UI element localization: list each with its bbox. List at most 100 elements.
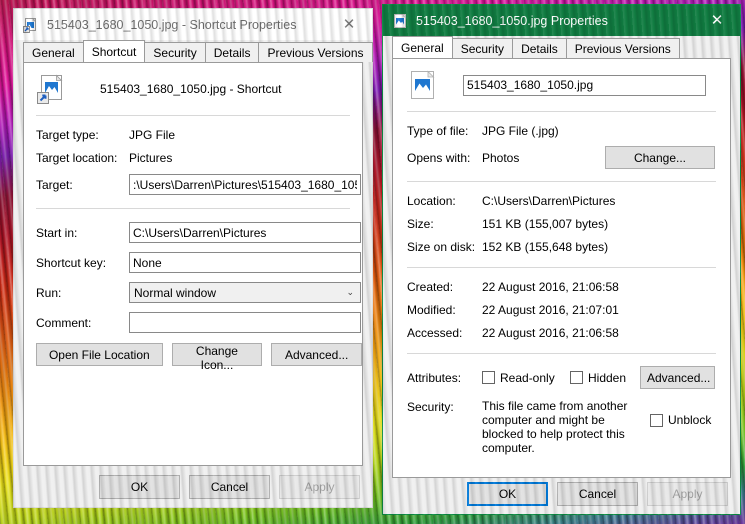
shortcut-dialog-titlebar[interactable]: 515403_1680_1050.jpg - Shortcut Properti… bbox=[14, 9, 372, 40]
properties-tab-panel: Type of file: JPG File (.jpg) Opens with… bbox=[392, 58, 731, 478]
shortcut-apply-button: Apply bbox=[279, 475, 360, 499]
image-file-icon bbox=[392, 13, 408, 29]
shortcut-cancel-button[interactable]: Cancel bbox=[189, 475, 270, 499]
target-input[interactable] bbox=[129, 174, 361, 195]
modified-row: Modified: 22 August 2016, 21:07:01 bbox=[393, 294, 730, 317]
run-selected-value: Normal window bbox=[134, 285, 217, 300]
type-of-file-label: Type of file: bbox=[407, 124, 469, 138]
target-type-value: JPG File bbox=[129, 128, 176, 142]
properties-cancel-button[interactable]: Cancel bbox=[557, 482, 638, 506]
tab-general[interactable]: General bbox=[392, 36, 453, 58]
chevron-down-icon: ⌄ bbox=[346, 287, 354, 298]
tab-previous-versions[interactable]: Previous Versions bbox=[565, 38, 680, 58]
start-in-input[interactable] bbox=[129, 222, 361, 243]
shortcut-dialog-footer: OK Cancel Apply bbox=[14, 467, 372, 507]
checkbox-icon bbox=[570, 371, 583, 384]
target-location-value: Pictures bbox=[129, 151, 173, 165]
target-label: Target: bbox=[36, 177, 73, 192]
unblock-checkbox[interactable]: Unblock bbox=[650, 399, 711, 427]
opens-with-row: Opens with: Photos Change... bbox=[393, 138, 730, 169]
security-row: Security: This file came from another co… bbox=[393, 389, 730, 455]
checkbox-icon bbox=[650, 413, 663, 427]
shortcut-key-input[interactable] bbox=[129, 252, 361, 273]
location-label: Location: bbox=[407, 194, 456, 208]
size-label: Size: bbox=[407, 217, 434, 231]
tab-security[interactable]: Security bbox=[144, 42, 206, 62]
location-value: C:\Users\Darren\Pictures bbox=[482, 194, 616, 208]
comment-label: Comment: bbox=[36, 315, 92, 330]
shortcut-tab-panel: 515403_1680_1050.jpg - Shortcut Target t… bbox=[23, 62, 363, 466]
created-value: 22 August 2016, 21:06:58 bbox=[482, 280, 619, 294]
change-button[interactable]: Change... bbox=[605, 146, 715, 169]
run-label: Run: bbox=[36, 285, 62, 300]
type-of-file-row: Type of file: JPG File (.jpg) bbox=[393, 112, 730, 138]
tab-shortcut[interactable]: Shortcut bbox=[82, 40, 146, 62]
target-type-row: Target type: JPG File bbox=[24, 116, 362, 142]
hidden-label: Hidden bbox=[588, 370, 627, 385]
properties-apply-button: Apply bbox=[647, 482, 728, 506]
properties-ok-button[interactable]: OK bbox=[467, 482, 548, 506]
attributes-label: Attributes: bbox=[407, 370, 462, 385]
size-on-disk-label: Size on disk: bbox=[407, 240, 476, 254]
security-text: This file came from another computer and… bbox=[482, 399, 628, 455]
unblock-label: Unblock bbox=[668, 413, 712, 427]
comment-input[interactable] bbox=[129, 312, 361, 333]
file-properties-dialog: 515403_1680_1050.jpg Properties ✕ Genera… bbox=[382, 4, 741, 515]
opens-with-value: Photos bbox=[482, 150, 520, 165]
size-on-disk-value: 152 KB (155,648 bytes) bbox=[482, 240, 609, 254]
properties-dialog-titlebar[interactable]: 515403_1680_1050.jpg Properties ✕ bbox=[383, 5, 740, 36]
modified-label: Modified: bbox=[407, 303, 456, 317]
shortcut-action-buttons: Open File Location Change Icon... Advanc… bbox=[24, 333, 362, 372]
accessed-value: 22 August 2016, 21:06:58 bbox=[482, 326, 619, 340]
shortcut-key-row: Shortcut key: bbox=[24, 243, 362, 273]
accessed-label: Accessed: bbox=[407, 326, 463, 340]
accessed-row: Accessed: 22 August 2016, 21:06:58 bbox=[393, 317, 730, 340]
type-of-file-value: JPG File (.jpg) bbox=[482, 124, 559, 138]
read-only-label: Read-only bbox=[500, 370, 555, 385]
properties-dialog-title: 515403_1680_1050.jpg Properties bbox=[416, 13, 608, 28]
shortcut-dialog-title: 515403_1680_1050.jpg - Shortcut Properti… bbox=[47, 17, 297, 32]
created-row: Created: 22 August 2016, 21:06:58 bbox=[393, 268, 730, 294]
shortcut-file-icon bbox=[36, 73, 68, 105]
size-value: 151 KB (155,007 bytes) bbox=[482, 217, 609, 231]
close-icon[interactable]: ✕ bbox=[326, 9, 372, 40]
hidden-checkbox[interactable]: Hidden bbox=[570, 371, 640, 385]
read-only-checkbox[interactable]: Read-only bbox=[482, 371, 570, 385]
advanced-button[interactable]: Advanced... bbox=[271, 343, 362, 366]
start-in-row: Start in: bbox=[24, 209, 362, 243]
shortcut-header-row: 515403_1680_1050.jpg - Shortcut bbox=[24, 63, 362, 113]
opens-with-label: Opens with: bbox=[407, 150, 471, 165]
checkbox-icon bbox=[482, 371, 495, 384]
shortcut-ok-button[interactable]: OK bbox=[99, 475, 180, 499]
attributes-advanced-button[interactable]: Advanced... bbox=[640, 366, 715, 389]
tab-previous-versions[interactable]: Previous Versions bbox=[258, 42, 373, 62]
attributes-row: Attributes: Read-only Hidden Advanced... bbox=[393, 354, 730, 389]
shortcut-name-label: 515403_1680_1050.jpg - Shortcut bbox=[100, 82, 282, 96]
close-icon[interactable]: ✕ bbox=[694, 5, 740, 36]
filename-input[interactable] bbox=[463, 74, 706, 96]
tab-security[interactable]: Security bbox=[451, 38, 514, 58]
shortcut-image-file-icon bbox=[23, 17, 39, 33]
file-icon bbox=[407, 69, 439, 101]
desktop-wallpaper: 515403_1680_1050.jpg - Shortcut Properti… bbox=[0, 0, 745, 524]
security-label: Security: bbox=[407, 400, 454, 414]
change-icon-button[interactable]: Change Icon... bbox=[171, 343, 263, 372]
size-on-disk-row: Size on disk: 152 KB (155,648 bytes) bbox=[393, 231, 730, 254]
target-location-row: Target location: Pictures bbox=[24, 142, 362, 165]
target-type-label: Target type: bbox=[36, 128, 99, 142]
run-dropdown[interactable]: Normal window ⌄ bbox=[129, 282, 361, 303]
filename-header-row bbox=[393, 59, 730, 109]
open-file-location-button[interactable]: Open File Location bbox=[36, 343, 163, 366]
tab-general[interactable]: General bbox=[23, 42, 84, 62]
location-row: Location: C:\Users\Darren\Pictures bbox=[393, 182, 730, 208]
properties-dialog-tabstrip: General Security Details Previous Versio… bbox=[383, 36, 740, 58]
comment-row: Comment: bbox=[24, 303, 362, 333]
properties-dialog-footer: OK Cancel Apply bbox=[383, 474, 740, 514]
tab-details[interactable]: Details bbox=[204, 42, 260, 62]
modified-value: 22 August 2016, 21:07:01 bbox=[482, 303, 619, 317]
target-row: Target: bbox=[24, 165, 362, 195]
start-in-label: Start in: bbox=[36, 225, 78, 240]
tab-details[interactable]: Details bbox=[512, 38, 567, 58]
created-label: Created: bbox=[407, 280, 454, 294]
size-row: Size: 151 KB (155,007 bytes) bbox=[393, 208, 730, 231]
